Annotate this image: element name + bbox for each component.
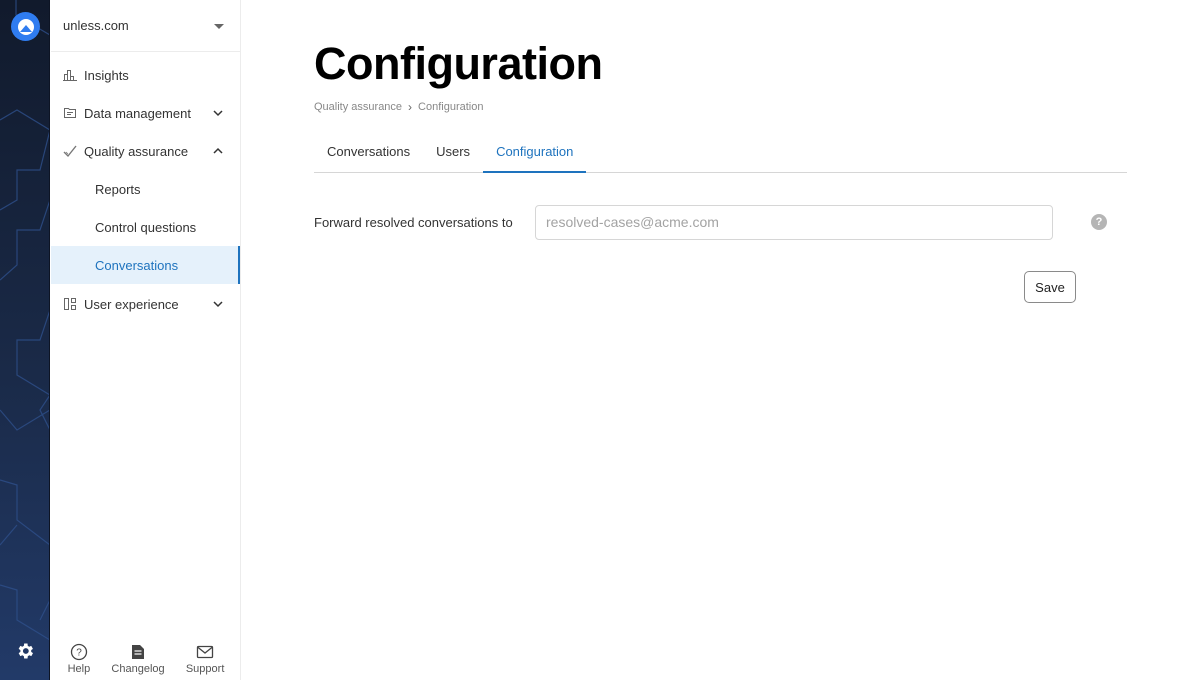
tab-users[interactable]: Users	[423, 135, 483, 173]
changelog-label: Changelog	[111, 663, 165, 675]
app-rail	[0, 0, 50, 680]
breadcrumb-separator: ›	[408, 100, 413, 114]
document-icon	[132, 645, 145, 659]
app-logo[interactable]	[11, 12, 40, 41]
breadcrumb-item: Configuration	[418, 101, 484, 113]
sidebar-item-insights[interactable]: Insights	[51, 56, 240, 94]
sidebar-subitem-reports[interactable]: Reports	[51, 170, 240, 208]
page-title: Configuration	[314, 38, 603, 89]
sidebar-footer: ? Help Changelog Support	[51, 643, 241, 675]
chevron-down-icon[interactable]	[212, 298, 224, 310]
chevron-up-icon[interactable]	[212, 145, 224, 157]
chevron-down-icon[interactable]	[212, 107, 224, 119]
caret-down-icon	[214, 24, 224, 29]
tab-conversations[interactable]: Conversations	[314, 135, 423, 173]
sidebar-item-user-experience[interactable]: User experience	[51, 284, 240, 324]
svg-text:?: ?	[76, 648, 82, 659]
checkmark-icon	[63, 144, 77, 158]
sidebar-subitem-label: Control questions	[95, 219, 197, 235]
tab-bar: Conversations Users Configuration	[314, 135, 1127, 173]
help-circle-icon: ?	[70, 643, 88, 661]
sidebar-subitem-label: Conversations	[95, 257, 179, 273]
settings-button[interactable]	[15, 641, 35, 661]
forward-email-label: Forward resolved conversations to	[314, 214, 513, 230]
layout-icon	[63, 297, 77, 311]
sidebar-subitem-label: Reports	[95, 181, 141, 197]
support-button[interactable]: Support	[185, 643, 225, 675]
sidebar: unless.com Insights Data management Qual…	[51, 0, 241, 680]
sidebar-item-label: Insights	[84, 67, 129, 83]
changelog-button[interactable]: Changelog	[111, 643, 165, 675]
org-name: unless.com	[63, 18, 129, 33]
sidebar-item-label: Data management	[84, 105, 191, 121]
tab-configuration[interactable]: Configuration	[483, 135, 587, 173]
forward-email-input[interactable]	[535, 204, 1053, 240]
help-label: Help	[67, 663, 91, 675]
sidebar-subitem-control-questions[interactable]: Control questions	[51, 208, 240, 246]
org-switcher[interactable]: unless.com	[51, 0, 240, 52]
support-label: Support	[185, 663, 225, 675]
forward-email-row: Forward resolved conversations to ?	[314, 204, 1127, 240]
sidebar-item-quality-assurance[interactable]: Quality assurance	[51, 132, 240, 170]
help-button[interactable]: ? Help	[67, 643, 91, 675]
gear-icon	[18, 643, 33, 659]
breadcrumb-item[interactable]: Quality assurance	[314, 101, 402, 113]
sidebar-item-label: Quality assurance	[84, 143, 189, 159]
bar-chart-icon	[63, 68, 77, 82]
breadcrumb: Quality assurance › Configuration	[314, 100, 483, 114]
sidebar-item-data-management[interactable]: Data management	[51, 94, 240, 132]
app-logo-icon	[17, 18, 34, 35]
help-icon[interactable]: ?	[1091, 214, 1107, 230]
mail-icon	[196, 645, 214, 659]
save-button[interactable]: Save	[1024, 271, 1076, 303]
folder-icon	[63, 106, 77, 120]
hexagon-pattern	[0, 0, 49, 641]
sidebar-subitem-conversations[interactable]: Conversations	[51, 246, 240, 284]
sidebar-item-label: User experience	[84, 296, 179, 312]
